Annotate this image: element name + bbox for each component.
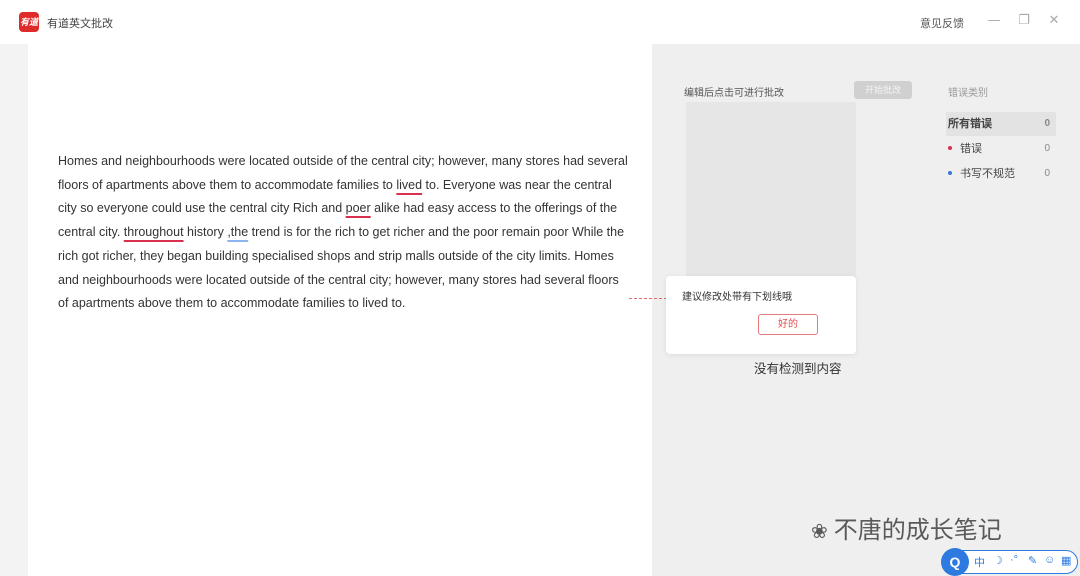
minimize-icon[interactable]: — (986, 12, 1002, 30)
title-bar: 有道 有道英文批改 意见反馈 — ❐ ✕ (0, 0, 1080, 44)
app-title: 有道英文批改 (47, 18, 113, 30)
moon-icon[interactable]: ☽ (993, 554, 1003, 567)
ime-chinese-mode[interactable]: 中 (974, 554, 985, 570)
style-underline[interactable]: ,the (227, 225, 248, 239)
revise-button[interactable]: 开始批改 (854, 81, 912, 99)
category-all-errors[interactable]: 所有错误 0 (946, 112, 1056, 136)
wrench-icon[interactable]: ✎ (1028, 554, 1037, 567)
category-errors[interactable]: 错误 0 (946, 137, 1056, 161)
essay-text[interactable]: Homes and neighbourhoods were located ou… (58, 150, 630, 316)
ok-button[interactable]: 好的 (758, 314, 818, 335)
error-underline[interactable]: poer (346, 201, 371, 215)
app-logo: 有道 (19, 12, 39, 32)
edit-prompt: 编辑后点击可进行批改 (684, 88, 784, 99)
tip-popup: 建议修改处带有下划线哦 好的 (666, 276, 856, 354)
error-type-header: 错误类别 (948, 88, 988, 99)
feedback-link[interactable]: 意见反馈 (920, 15, 964, 31)
category-count: 0 (1044, 143, 1050, 154)
empty-state-text: 没有检测到内容 (754, 362, 842, 376)
essay-segment: history (183, 225, 228, 240)
category-label: 所有错误 (948, 118, 992, 130)
error-underline[interactable]: throughout (124, 225, 184, 239)
red-dot-icon (948, 146, 952, 151)
left-gutter (0, 44, 28, 576)
error-underline[interactable]: lived (396, 178, 422, 192)
category-label: 书写不规范 (960, 168, 1015, 180)
category-count: 0 (1044, 118, 1050, 129)
essay-editor[interactable]: Homes and neighbourhoods were located ou… (28, 44, 652, 576)
ime-logo-icon[interactable]: Q (941, 548, 969, 576)
category-writing-style[interactable]: 书写不规范 0 (946, 162, 1056, 186)
popup-connector-line (629, 298, 667, 299)
grid-icon[interactable]: ▦ (1061, 554, 1071, 567)
close-icon[interactable]: ✕ (1046, 12, 1062, 30)
maximize-icon[interactable]: ❐ (1016, 12, 1032, 30)
category-count: 0 (1044, 168, 1050, 179)
punctuation-icon[interactable]: ·° (1010, 554, 1018, 566)
watermark-text: 不唐的成长笔记 (833, 517, 1002, 544)
ime-toolbar[interactable]: Q 中 ☽ ·° ✎ ☺ ▦ (941, 548, 1078, 576)
wechat-icon: ❀ (811, 521, 828, 544)
popup-message: 建议修改处带有下划线哦 (682, 292, 792, 303)
watermark: ❀ 不唐的成长笔记 (811, 510, 1002, 545)
emoji-icon[interactable]: ☺ (1044, 554, 1055, 566)
blue-dot-icon (948, 171, 952, 176)
category-label: 错误 (960, 143, 982, 155)
